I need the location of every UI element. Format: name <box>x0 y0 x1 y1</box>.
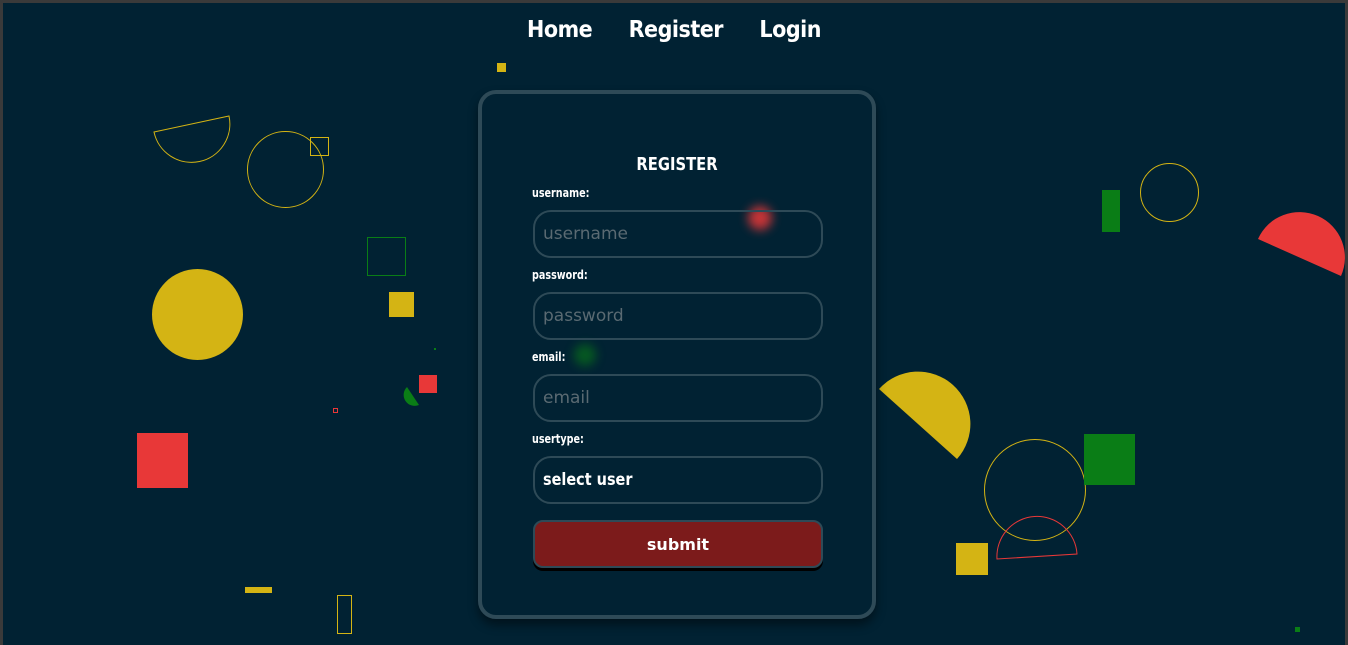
red-half-circle-outline <box>996 516 1078 560</box>
yellow-square <box>389 292 414 317</box>
tiny-green-square <box>1295 627 1300 632</box>
usertype-select-value: select user <box>543 470 633 490</box>
usertype-label: usertype: <box>532 432 584 446</box>
yellow-rectangle-outline <box>337 595 352 634</box>
yellow-circle-outline-right <box>1140 163 1199 222</box>
nav-login-link[interactable]: Login <box>759 17 821 43</box>
green-half-circle <box>403 387 419 406</box>
register-title: REGISTER <box>636 154 718 175</box>
small-yellow-square <box>497 63 506 72</box>
nav-register-link[interactable]: Register <box>629 17 724 43</box>
green-square-outline <box>367 237 406 276</box>
password-input[interactable] <box>533 292 823 340</box>
yellow-dash <box>245 587 272 593</box>
yellow-square-right <box>956 543 988 575</box>
yellow-square-outline <box>310 137 329 156</box>
top-nav: Home Register Login <box>3 17 1345 43</box>
red-half-circle <box>1258 212 1345 276</box>
large-yellow-circle <box>152 269 243 360</box>
yellow-half-circle <box>879 371 971 459</box>
email-label: email: <box>532 350 566 364</box>
username-label: username: <box>532 186 590 200</box>
username-input[interactable] <box>533 210 823 258</box>
tiny-red-square-outline <box>333 408 338 413</box>
tiny-green-dot <box>434 348 436 350</box>
nav-home-link[interactable]: Home <box>527 17 593 43</box>
green-rectangle <box>1102 190 1120 232</box>
register-card: REGISTER username: password: email: user… <box>478 90 876 619</box>
yellow-half-circle-outline <box>153 115 231 163</box>
usertype-select[interactable]: select user <box>533 456 823 504</box>
page-background: Home Register Login REGISTER username: u… <box>3 3 1345 645</box>
password-label: password: <box>532 268 588 282</box>
email-input[interactable] <box>533 374 823 422</box>
submit-button[interactable]: submit <box>533 520 823 568</box>
blurred-green-dot <box>574 344 596 366</box>
green-square <box>1084 434 1135 485</box>
red-square <box>137 433 188 488</box>
